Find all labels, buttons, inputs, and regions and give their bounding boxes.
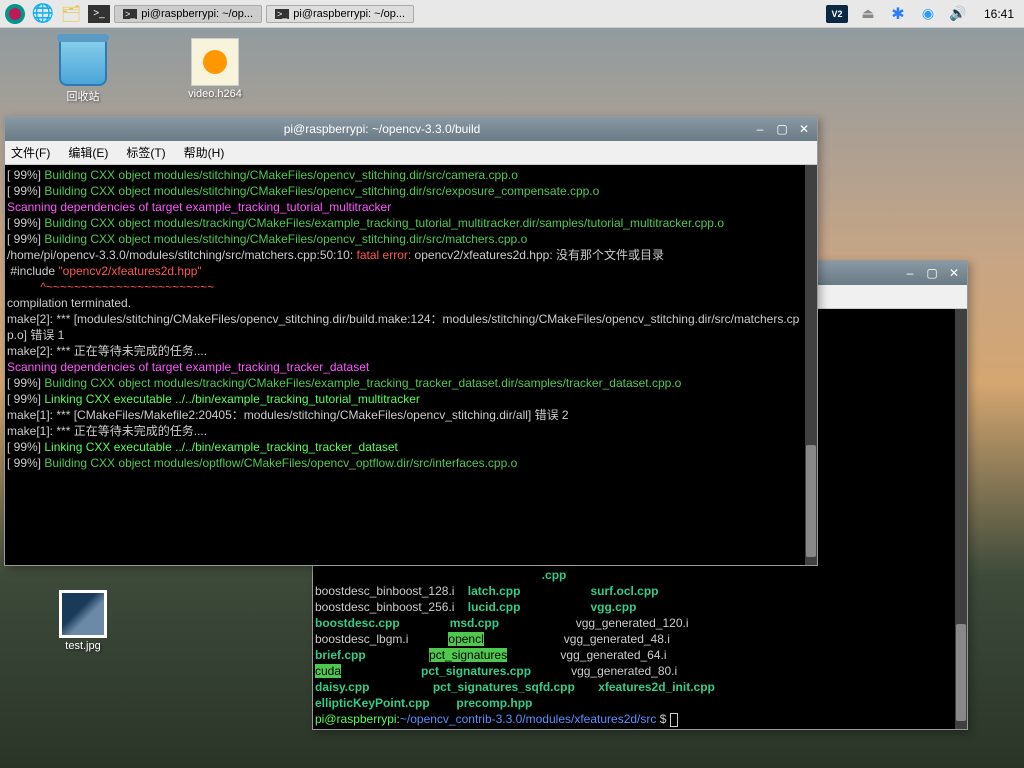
titlebar-1[interactable]: pi@raspberrypi: ~/opencv-3.3.0/build – ▢…: [5, 117, 817, 141]
minimize-button[interactable]: –: [753, 122, 767, 136]
video-file-icon[interactable]: video.h264: [180, 38, 250, 100]
menu-tab[interactable]: 标签(T): [126, 144, 165, 161]
scrollthumb[interactable]: [806, 445, 816, 557]
close-button[interactable]: ✕: [797, 122, 811, 136]
taskbar: 🌐 🗂 >_ >_ pi@raspberrypi: ~/op... >_ pi@…: [0, 0, 1024, 28]
task-item-2[interactable]: >_ pi@raspberrypi: ~/op...: [266, 5, 414, 23]
files-icon[interactable]: 🗂: [60, 3, 82, 25]
window-title: pi@raspberrypi: ~/opencv-3.3.0/build: [11, 122, 753, 136]
trash-label: 回收站: [67, 88, 100, 104]
video-label: video.h264: [188, 88, 242, 100]
menu-file[interactable]: 文件(F): [11, 144, 50, 161]
test-label: test.jpg: [65, 640, 100, 652]
scrollbar[interactable]: [805, 165, 817, 565]
maximize-button[interactable]: ▢: [775, 122, 789, 136]
eject-icon[interactable]: ⏏: [858, 4, 878, 24]
maximize-button[interactable]: ▢: [925, 266, 939, 280]
bluetooth-icon[interactable]: ✱: [888, 4, 908, 24]
clock[interactable]: 16:41: [978, 7, 1020, 21]
menu-edit[interactable]: 编辑(E): [68, 144, 108, 161]
task-label: pi@raspberrypi: ~/op...: [141, 8, 253, 20]
image-file-icon[interactable]: test.jpg: [48, 590, 118, 652]
volume-icon[interactable]: 🔊: [948, 4, 968, 24]
browser-icon[interactable]: 🌐: [32, 3, 54, 25]
task-item-1[interactable]: >_ pi@raspberrypi: ~/op...: [114, 5, 262, 23]
vnc-icon[interactable]: V2: [826, 5, 848, 23]
menu-help[interactable]: 帮助(H): [184, 144, 225, 161]
terminal-output-1[interactable]: [ 99%] Building CXX object modules/stitc…: [5, 165, 817, 565]
wifi-icon[interactable]: ◉: [918, 4, 938, 24]
close-button[interactable]: ✕: [947, 266, 961, 280]
terminal-window-1: pi@raspberrypi: ~/opencv-3.3.0/build – ▢…: [4, 116, 818, 566]
task-label: pi@raspberrypi: ~/op...: [293, 8, 405, 20]
menu-icon[interactable]: [4, 3, 26, 25]
terminal-icon[interactable]: >_: [88, 5, 110, 23]
minimize-button[interactable]: –: [903, 266, 917, 280]
trash-icon[interactable]: 回收站: [48, 38, 118, 104]
menubar-1: 文件(F) 编辑(E) 标签(T) 帮助(H): [5, 141, 817, 165]
